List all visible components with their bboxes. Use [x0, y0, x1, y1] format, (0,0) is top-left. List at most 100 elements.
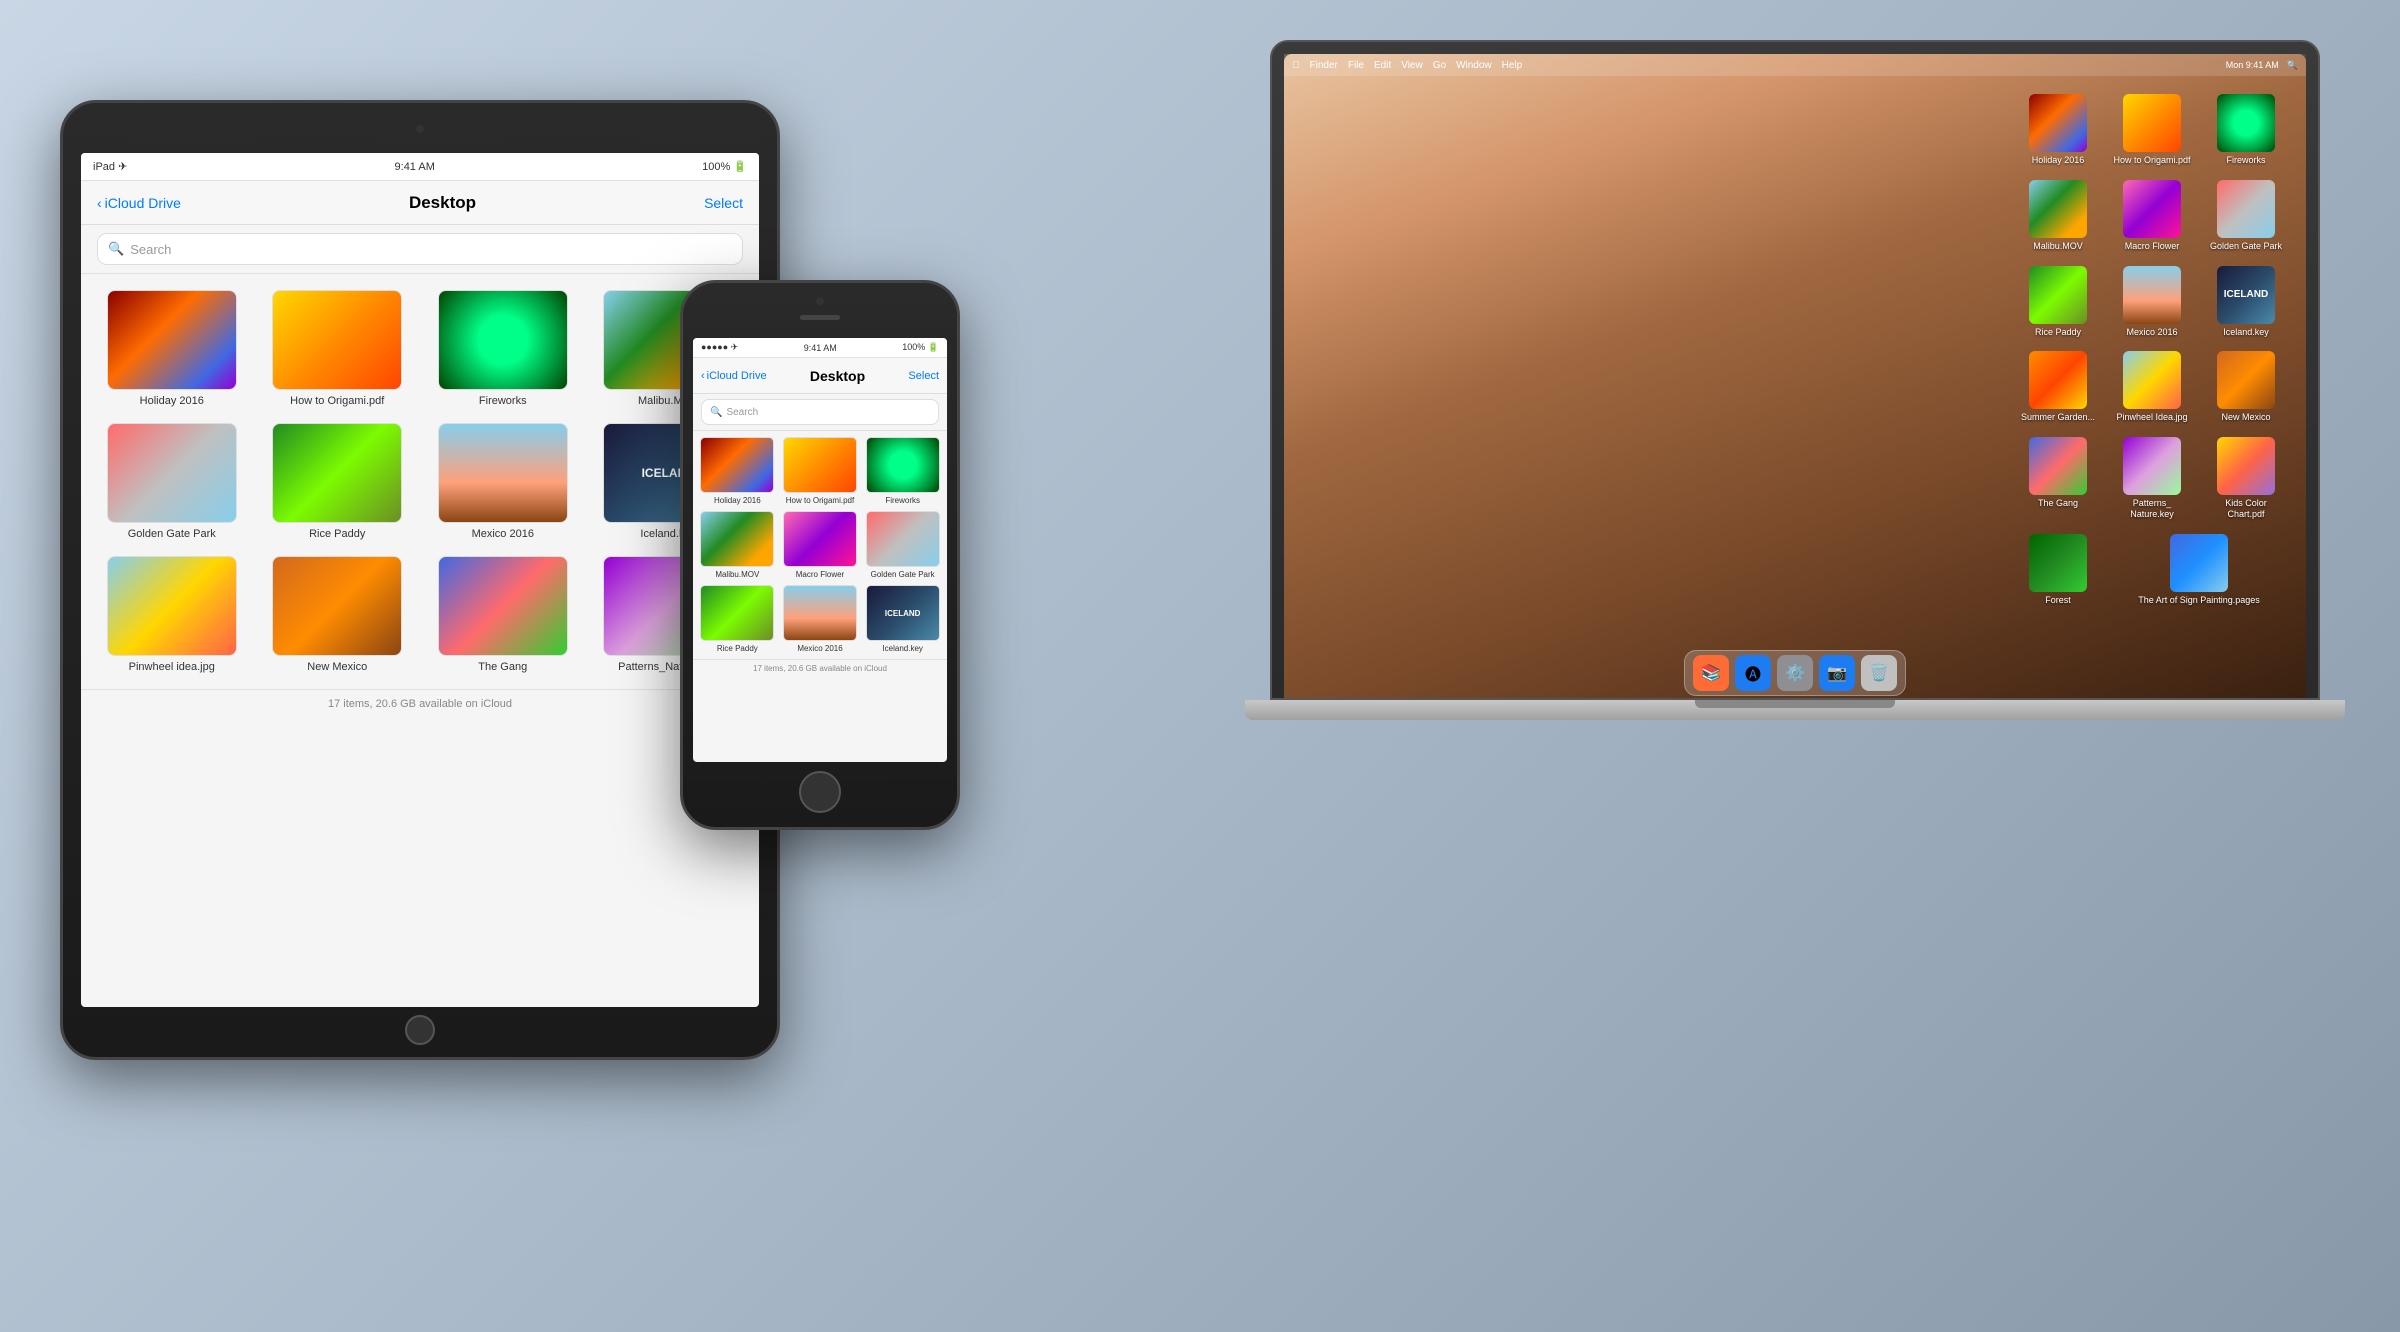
view-menu[interactable]: View	[1401, 60, 1423, 71]
dock-item-photos[interactable]: 📷	[1819, 655, 1855, 691]
list-item[interactable]: The Gang	[428, 556, 578, 673]
item-label: How to Origami.pdf	[786, 496, 854, 505]
go-menu[interactable]: Go	[1433, 60, 1446, 71]
desktop-icon-holiday2016[interactable]: Holiday 2016	[2018, 94, 2098, 166]
list-item[interactable]: Mexico 2016	[428, 423, 578, 540]
menubar-right: Mon 9:41 AM 🔍	[2226, 60, 2298, 71]
item-label: Holiday 2016	[140, 395, 204, 407]
item-label: Golden Gate Park	[128, 528, 216, 540]
help-menu[interactable]: Help	[1502, 60, 1523, 71]
icon-label-summer-garden: Summer Garden...	[2021, 412, 2095, 423]
icon-thumb-summer-garden	[2029, 351, 2087, 409]
desktop-icon-summer-garden[interactable]: Summer Garden...	[2018, 351, 2098, 423]
desktop-icon-pinwheel[interactable]: Pinwheel Idea.jpg	[2112, 351, 2192, 423]
desktop-icon-macro-flower[interactable]: Macro Flower	[2112, 180, 2192, 252]
iphone-search-input[interactable]: 🔍 Search	[701, 399, 939, 425]
ipad-screen: iPad ✈ 9:41 AM 100% 🔋 ‹ iCloud Drive Des…	[81, 153, 759, 1007]
icon-thumb-the-gang	[2029, 437, 2087, 495]
ipad-status-left: iPad ✈	[93, 160, 127, 173]
file-menu[interactable]: File	[1348, 60, 1364, 71]
iphone-back-button[interactable]: ‹ iCloud Drive	[701, 370, 767, 382]
iphone-search-placeholder: Search	[726, 407, 758, 418]
list-item[interactable]: How to Origami.pdf	[263, 290, 413, 407]
list-item[interactable]: Rice Paddy	[699, 585, 776, 653]
desktop-icon-iceland[interactable]: ICELAND Iceland.key	[2206, 266, 2286, 338]
icon-thumb-mexico	[2123, 266, 2181, 324]
list-item[interactable]: Mexico 2016	[782, 585, 859, 653]
list-item[interactable]: Pinwheel idea.jpg	[97, 556, 247, 673]
thumbnail	[866, 511, 940, 567]
icon-thumb-malibu	[2029, 180, 2087, 238]
icon-thumb-art-sign	[2170, 534, 2228, 592]
list-item[interactable]: Fireworks	[428, 290, 578, 407]
list-item[interactable]: Holiday 2016	[97, 290, 247, 407]
edit-menu[interactable]: Edit	[1374, 60, 1391, 71]
ipad-select-button[interactable]: Select	[704, 195, 743, 211]
icon-thumb-macro-flower	[2123, 180, 2181, 238]
desktop-icon-kids-color[interactable]: Kids Color Chart.pdf	[2206, 437, 2286, 520]
desktop-icon-the-gang[interactable]: The Gang	[2018, 437, 2098, 520]
iphone-footer: 17 items, 20.6 GB available on iCloud	[693, 659, 947, 677]
search-icon[interactable]: 🔍	[2287, 60, 2298, 71]
iphone-camera	[816, 297, 824, 305]
desktop-icon-fireworks[interactable]: Fireworks	[2206, 94, 2286, 166]
desktop-icon-golden-gate[interactable]: Golden Gate Park	[2206, 180, 2286, 252]
list-item[interactable]: Fireworks	[864, 437, 941, 505]
ipad-search-input[interactable]: 🔍 Search	[97, 233, 743, 265]
finder-menu[interactable]: Finder	[1310, 60, 1338, 71]
list-item[interactable]: Golden Gate Park	[97, 423, 247, 540]
ipad-navbar: ‹ iCloud Drive Desktop Select	[81, 181, 759, 225]
dock-item-appstore[interactable]: 🅐	[1735, 655, 1771, 691]
icon-label-iceland: Iceland.key	[2223, 327, 2269, 338]
icon-thumb-new-mexico	[2217, 351, 2275, 409]
ipad-home-button[interactable]	[405, 1015, 435, 1045]
desktop-icon-rice-paddy[interactable]: Rice Paddy	[2018, 266, 2098, 338]
icon-label-origami: How to Origami.pdf	[2113, 155, 2190, 166]
desktop-icon-origami[interactable]: How to Origami.pdf	[2112, 94, 2192, 166]
item-label: Rice Paddy	[717, 644, 758, 653]
desktop-icon-malibu[interactable]: Malibu.MOV	[2018, 180, 2098, 252]
ipad-back-button[interactable]: ‹ iCloud Drive	[97, 195, 181, 211]
list-item[interactable]: Malibu.MOV	[699, 511, 776, 579]
thumbnail	[107, 556, 237, 656]
apple-menu[interactable]: 	[1292, 60, 1300, 71]
macbook-screen:  Finder File Edit View Go Window Help M…	[1284, 54, 2306, 698]
thumbnail	[438, 290, 568, 390]
icon-label-the-gang: The Gang	[2038, 498, 2078, 509]
list-item[interactable]: Golden Gate Park	[864, 511, 941, 579]
icon-thumb-origami	[2123, 94, 2181, 152]
icon-thumb-rice-paddy	[2029, 266, 2087, 324]
list-item[interactable]: How to Origami.pdf	[782, 437, 859, 505]
list-item[interactable]: Holiday 2016	[699, 437, 776, 505]
desktop-icon-forest[interactable]: Forest	[2018, 534, 2098, 606]
icon-label-malibu: Malibu.MOV	[2033, 241, 2083, 252]
list-item[interactable]: ICELAND Iceland.key	[864, 585, 941, 653]
window-menu[interactable]: Window	[1456, 60, 1492, 71]
iphone-home-button[interactable]	[799, 771, 841, 813]
ipad-statusbar: iPad ✈ 9:41 AM 100% 🔋	[81, 153, 759, 181]
thumbnail	[700, 511, 774, 567]
icon-thumb-patterns-nature	[2123, 437, 2181, 495]
iphone-status-left: ●●●●● ✈	[701, 342, 738, 353]
dock-item-settings[interactable]: ⚙️	[1777, 655, 1813, 691]
thumbnail	[438, 423, 568, 523]
thumbnail	[272, 290, 402, 390]
dock-item-trash[interactable]: 🗑️	[1861, 655, 1897, 691]
desktop-icons: Holiday 2016 How to Origami.pdf Firework…	[2008, 84, 2296, 616]
iphone-navbar: ‹ iCloud Drive Desktop Select	[693, 358, 947, 394]
dock-item-books[interactable]: 📚	[1693, 655, 1729, 691]
icon-label-kids-color: Kids Color Chart.pdf	[2206, 498, 2286, 520]
macbook-hinge	[1695, 700, 1895, 708]
desktop-icon-patterns-nature[interactable]: Patterns_ Nature.key	[2112, 437, 2192, 520]
icon-thumb-pinwheel	[2123, 351, 2181, 409]
list-item[interactable]: Macro Flower	[782, 511, 859, 579]
desktop-icon-new-mexico[interactable]: New Mexico	[2206, 351, 2286, 423]
desktop-icon-art-sign[interactable]: The Art of Sign Painting.pages	[2112, 534, 2286, 606]
item-label: How to Origami.pdf	[290, 395, 384, 407]
iphone-select-button[interactable]: Select	[908, 370, 939, 382]
list-item[interactable]: New Mexico	[263, 556, 413, 673]
list-item[interactable]: Rice Paddy	[263, 423, 413, 540]
desktop-icon-mexico[interactable]: Mexico 2016	[2112, 266, 2192, 338]
iphone-status-right: 100% 🔋	[902, 342, 939, 353]
item-label: Fireworks	[885, 496, 920, 505]
